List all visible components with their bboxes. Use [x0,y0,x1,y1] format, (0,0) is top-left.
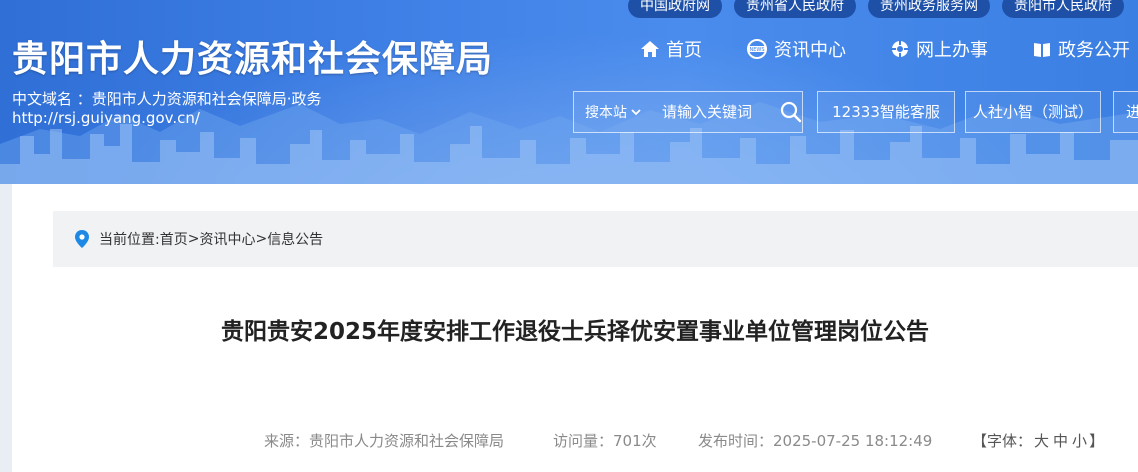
font-size-close: 】 [1089,432,1105,450]
font-size-small[interactable]: 小 [1072,432,1087,450]
nav-item-gov-affairs[interactable]: 政务公开 [1032,36,1130,62]
nav-item-label: 网上办事 [916,40,988,61]
location-pin-icon [75,230,89,248]
home-icon [641,41,659,57]
book-icon [1034,43,1050,57]
search-button[interactable] [780,101,802,123]
article-views: 访问量：701次 [553,432,657,450]
nav-item-label: 资讯中心 [774,40,846,61]
breadcrumb-home[interactable]: 首页 [160,229,188,249]
font-size-label: 【字体： [972,432,1033,450]
breadcrumb-notices[interactable]: 信息公告 [267,229,323,249]
site-title[interactable]: 贵阳市人力资源和社会保障局 [12,30,493,82]
search-icon [780,101,802,123]
article-title: 贵阳贵安2025年度安排工作退役士兵择优安置事业单位管理岗位公告 [220,319,929,345]
breadcrumb-separator: > [187,231,200,247]
font-size-switcher: 【字体：大中小】 [972,430,1104,451]
enter-button[interactable]: 进 [1113,91,1138,133]
toplink-guiyang-gov[interactable]: 贵阳市人民政府 [1002,0,1124,18]
article-source: 来源：贵阳市人力资源和社会保障局 [264,432,505,450]
nav-item-news[interactable]: NEWS 资讯中心 [746,36,846,62]
breadcrumb-prefix: 当前位置: [99,232,160,248]
article-publish-time: 发布时间：2025-07-25 18:12:49 [698,432,933,450]
font-size-medium[interactable]: 中 [1053,432,1068,450]
toplink-guizhou-service[interactable]: 贵州政务服务网 [868,0,990,18]
nav-item-label: 政务公开 [1058,40,1130,61]
domain-url-text: http://rsj.guiyang.gov.cn/ [12,109,200,127]
breadcrumb-news-center[interactable]: 资讯中心 [199,229,255,249]
toplink-guizhou-gov[interactable]: 贵州省人民政府 [734,0,856,18]
search-box: 搜本站 [573,91,803,133]
nav-item-home[interactable]: 首页 [640,36,702,62]
main-nav: 首页 NEWS 资讯中心 网上办事 政务公开 [640,36,1138,62]
smart-service-button[interactable]: 12333智能客服 [817,91,955,133]
chevron-down-icon [631,109,641,116]
nav-item-label: 首页 [666,40,702,61]
font-size-large[interactable]: 大 [1034,432,1049,450]
news-icon: NEWS [747,39,767,59]
toplink-gov-cn[interactable]: 中国政府网 [628,0,722,18]
top-links-bar: 中国政府网 贵州省人民政府 贵州政务服务网 贵阳市人民政府 [628,0,1124,18]
header-banner: 中国政府网 贵州省人民政府 贵州政务服务网 贵阳市人民政府 贵阳市人力资源和社会… [0,0,1138,184]
search-input[interactable] [662,103,774,121]
search-scope-dropdown[interactable]: 搜本站 [574,102,648,122]
ai-assistant-button[interactable]: 人社小智（测试） [965,91,1101,133]
breadcrumb: 当前位置: 首页 > 资讯中心 > 信息公告 [53,211,1138,267]
breadcrumb-separator: > [255,231,268,247]
service-icon [891,40,909,58]
svg-text:NEWS: NEWS [749,47,764,53]
domain-cn-text: 中文域名 ：贵阳市人力资源和社会保障局·政务 [12,90,322,108]
search-scope-label: 搜本站 [585,105,627,121]
nav-item-online-service[interactable]: 网上办事 [890,36,988,62]
content-panel: 当前位置: 首页 > 资讯中心 > 信息公告 贵阳贵安2025年度安排工作退役士… [12,184,1138,472]
